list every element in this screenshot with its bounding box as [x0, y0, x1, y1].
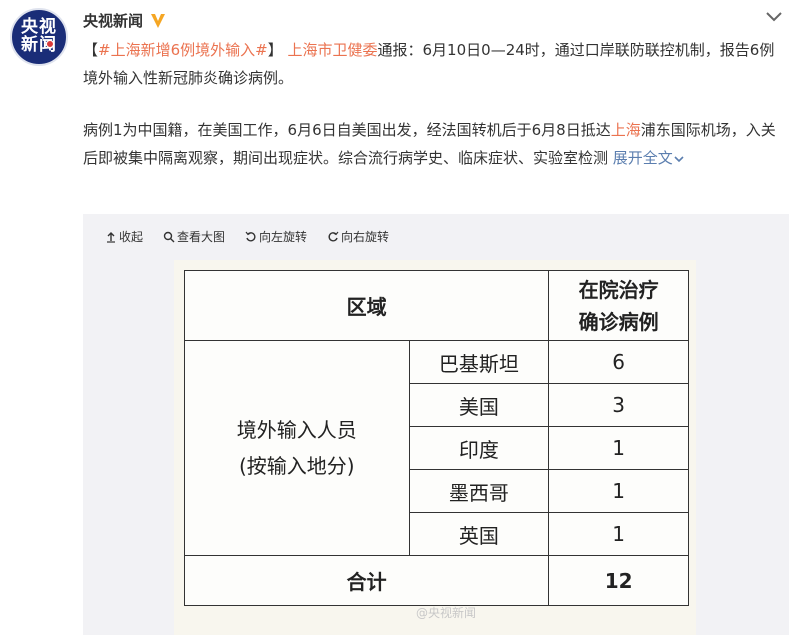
bracket-close: 】	[267, 41, 283, 59]
search-icon	[163, 231, 175, 242]
chevron-down-icon[interactable]	[764, 10, 784, 24]
avatar-dot	[46, 40, 54, 48]
expand-full-link[interactable]: 展开全文	[613, 149, 685, 167]
total-label: 合计	[183, 555, 550, 606]
rotate-left-button[interactable]: 向左旋转	[245, 228, 307, 245]
post-image[interactable]: 区域 在院治疗 确诊病例 境外输入人员 (按输入地分) 巴基斯坦 6 美国 3 …	[174, 260, 696, 635]
table-row: 境外输入人员 (按输入地分) 巴基斯坦 6	[184, 340, 689, 556]
country-cell: 巴基斯坦	[408, 340, 550, 384]
expand-chevron-icon	[674, 155, 684, 162]
total-value: 12	[548, 555, 689, 606]
group-label-line1: 境外输入人员	[236, 418, 357, 442]
media-viewer: 收起 查看大图 向左旋转 向右旋转 区域 在院治疗 确诊病例 境外输入人员 (按…	[83, 214, 789, 635]
count-cell: 1	[548, 426, 689, 470]
verified-icon	[151, 13, 166, 28]
place-link[interactable]: 上海	[611, 121, 641, 139]
country-cell: 美国	[408, 383, 550, 427]
count-cell: 1	[548, 512, 689, 556]
country-cell: 英国	[408, 512, 550, 556]
paragraph-2-text-a: 病例1为中国籍，在美国工作，6月6日自美国出发，经法国转机后于6月8日抵达	[83, 121, 611, 139]
cases-table: 区域 在院治疗 确诊病例 境外输入人员 (按输入地分) 巴基斯坦 6 美国 3 …	[183, 270, 689, 606]
total-row: 合计 12	[183, 555, 689, 606]
paragraph-1: 【#上海新增6例境外输入#】 上海市卫健委通报：6月10日0—24时，通过口岸联…	[83, 36, 783, 92]
rotate-right-icon	[328, 231, 339, 242]
image-toolbar: 收起 查看大图 向左旋转 向右旋转	[105, 228, 389, 245]
rotate-right-label: 向右旋转	[341, 230, 390, 244]
paragraph-2: 病例1为中国籍，在美国工作，6月6日自美国出发，经法国转机后于6月8日抵达上海浦…	[83, 116, 783, 172]
group-label: 境外输入人员 (按输入地分)	[184, 340, 410, 556]
watermark: @央视新闻	[416, 606, 477, 620]
hashtag-link[interactable]: #上海新增6例境外输入#	[98, 41, 268, 59]
author-name[interactable]: 央视新闻	[83, 10, 143, 31]
header-cases-line1: 在院治疗	[578, 277, 659, 302]
post-content: 【#上海新增6例境外输入#】 上海市卫健委通报：6月10日0—24时，通过口岸联…	[83, 36, 783, 172]
header-cases-line2: 确诊病例	[578, 309, 659, 334]
view-large-label: 查看大图	[177, 230, 226, 244]
arrow-up-icon	[107, 231, 115, 243]
count-cell: 6	[548, 340, 689, 384]
rotate-left-icon	[245, 231, 256, 242]
view-large-button[interactable]: 查看大图	[163, 228, 225, 245]
collapse-label: 收起	[119, 230, 144, 244]
count-cell: 3	[548, 383, 689, 427]
mention-link[interactable]: 上海市卫健委	[288, 41, 378, 59]
expand-label: 展开全文	[612, 149, 673, 167]
count-cell: 1	[548, 469, 689, 513]
country-cell: 墨西哥	[408, 469, 550, 513]
header-cases: 在院治疗 确诊病例	[548, 270, 689, 341]
header-region: 区域	[183, 270, 550, 341]
author-header: 央视新闻	[83, 10, 167, 31]
collapse-button[interactable]: 收起	[105, 228, 143, 245]
group-label-line2: (按输入地分)	[238, 454, 355, 478]
country-cell: 印度	[408, 426, 550, 470]
rotate-right-button[interactable]: 向右旋转	[327, 228, 389, 245]
avatar[interactable]: 央视 新闻	[10, 8, 68, 66]
rotate-left-label: 向左旋转	[259, 230, 308, 244]
bracket-open: 【	[83, 41, 99, 59]
weibo-post: 央视 新闻 央视新闻 【#上海新增6例境外输入#】 上海市卫健委通报：6月10日…	[0, 0, 802, 635]
